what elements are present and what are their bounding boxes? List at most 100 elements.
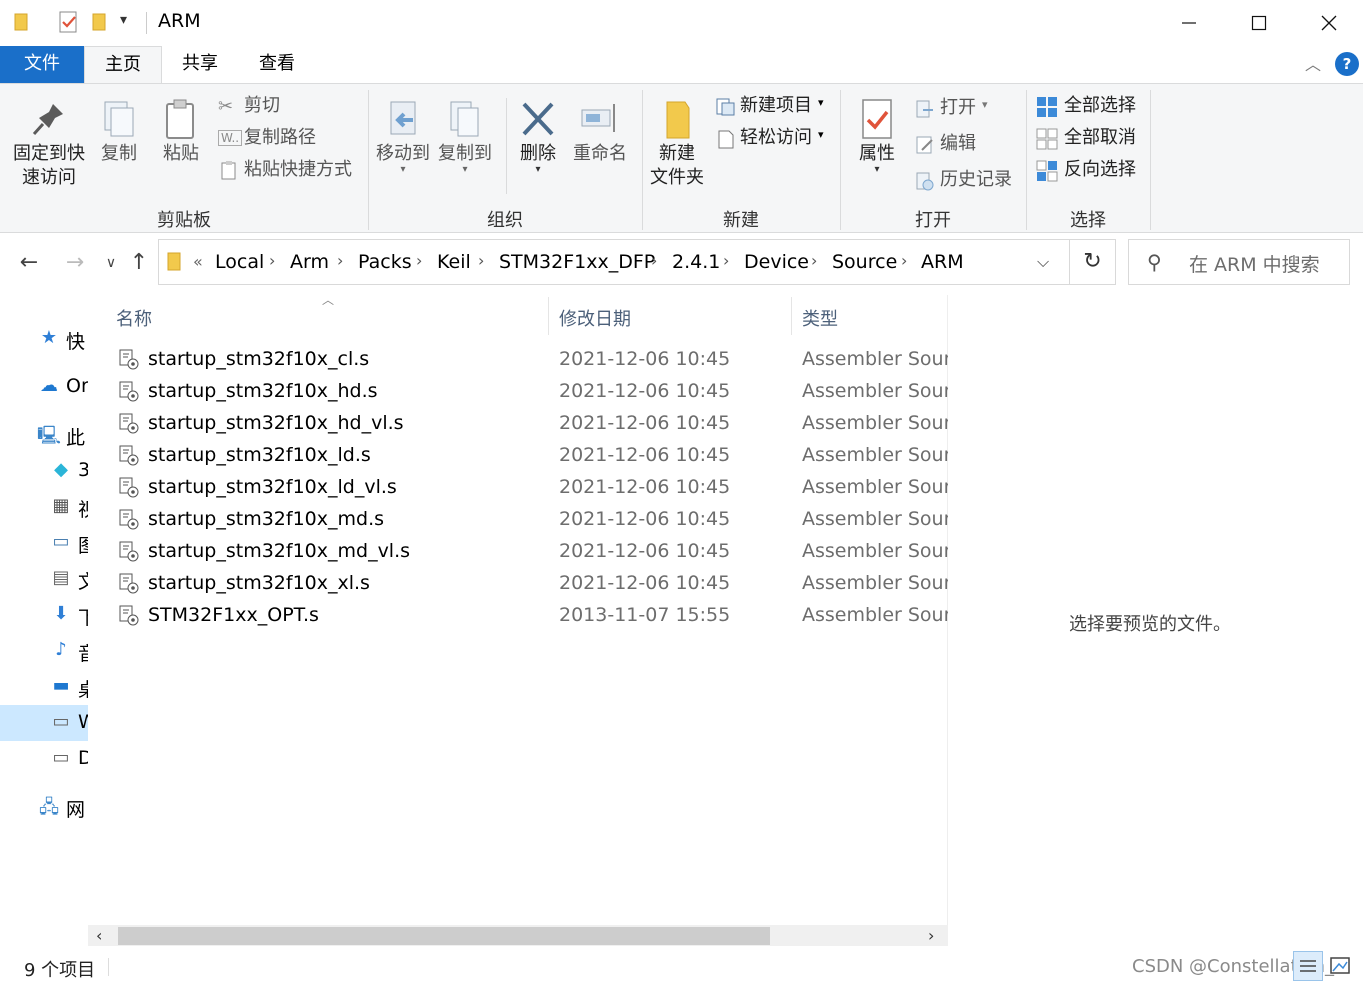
address-history-chevron-down-icon[interactable]: ⌵ — [1037, 252, 1049, 272]
nav-network[interactable]: 🖧 网 — [0, 789, 88, 825]
breadcrumb-version[interactable]: 2.4.1 — [672, 251, 720, 273]
breadcrumb-stm32f1xx-dfp[interactable]: STM32F1xx_DFP — [499, 251, 655, 273]
close-button[interactable] — [1294, 0, 1363, 46]
table-row[interactable]: startup_stm32f10x_cl.s 2021-12-06 10:45 As… — [116, 344, 948, 376]
chevron-right-icon[interactable]: › — [901, 251, 907, 270]
pin-quick-access-button[interactable]: 固定到快 速访问 — [8, 98, 90, 190]
copy-button[interactable]: 复制 — [94, 98, 144, 166]
chevron-right-icon[interactable]: › — [416, 251, 422, 270]
chevron-right-icon[interactable]: › — [723, 251, 729, 270]
column-header-type[interactable]: 类型 — [802, 305, 838, 331]
nav-drive-d[interactable]: ▭ D — [0, 741, 88, 777]
column-header-date[interactable]: 修改日期 — [559, 305, 631, 331]
table-row[interactable]: startup_stm32f10x_hd.s 2021-12-06 10:45 As… — [116, 376, 948, 408]
nav-label: 图 — [78, 535, 88, 557]
chevron-right-icon[interactable]: › — [811, 251, 817, 270]
tab-file[interactable]: 文件 — [0, 46, 84, 84]
column-divider[interactable] — [791, 297, 792, 335]
breadcrumb-arm-current[interactable]: ARM — [921, 251, 964, 273]
chevron-right-icon[interactable]: › — [478, 251, 484, 270]
move-to-button[interactable]: 移动到 ▾ — [374, 98, 432, 175]
breadcrumb-keil[interactable]: Keil — [437, 251, 471, 273]
ribbon: 固定到快 速访问 复制 粘贴 ✂ 剪切 W.. 复制路径 粘贴快捷方式 剪贴板 … — [0, 83, 1363, 233]
breadcrumb-overflow-icon[interactable]: « — [193, 252, 203, 271]
properties-quick-icon[interactable] — [58, 10, 80, 34]
search-box[interactable]: ⚲ 在 ARM 中搜索 — [1128, 239, 1350, 285]
nav-documents[interactable]: ▤ 文 — [0, 561, 88, 597]
breadcrumb-device[interactable]: Device — [744, 251, 809, 273]
table-row[interactable]: startup_stm32f10x_hd_vl.s 2021-12-06 10:4… — [116, 408, 948, 440]
nav-downloads[interactable]: ⬇ 下 — [0, 597, 88, 633]
nav-label: Or — [66, 375, 88, 397]
table-row[interactable]: startup_stm32f10x_ld_vl.s 2021-12-06 10:4… — [116, 472, 948, 504]
customize-quick-access-icon[interactable]: ▾ — [120, 12, 127, 28]
help-icon[interactable]: ? — [1335, 52, 1359, 76]
tab-view[interactable]: 查看 — [238, 46, 316, 84]
assembler-file-icon — [119, 413, 139, 434]
scroll-left-icon[interactable]: ‹ — [96, 926, 102, 945]
folder-icon[interactable] — [14, 12, 30, 32]
properties-button[interactable]: 属性 ▾ — [850, 98, 904, 175]
refresh-button[interactable]: ↻ — [1070, 239, 1116, 285]
nav-desktop[interactable]: ▬ 桌 — [0, 669, 88, 705]
tab-share[interactable]: 共享 — [162, 46, 238, 84]
file-date: 2021-12-06 10:45 — [559, 412, 731, 434]
recent-locations-icon[interactable]: ∨ — [96, 248, 126, 278]
new-item-dropdown-icon: ▾ — [818, 96, 824, 109]
address-bar[interactable]: « Local › Arm › Packs › Keil › STM32F1xx… — [158, 239, 1070, 285]
scroll-right-icon[interactable]: › — [928, 926, 934, 945]
collapse-ribbon-icon[interactable]: ︿ — [1300, 52, 1326, 78]
file-type: Assembler Source — [802, 412, 948, 434]
nav-music[interactable]: ♪ 音 — [0, 633, 88, 669]
cube-icon: ◆ — [54, 459, 68, 480]
table-row[interactable]: startup_stm32f10x_md.s 2021-12-06 10:45 As… — [116, 504, 948, 536]
breadcrumb-packs[interactable]: Packs — [358, 251, 412, 273]
minimize-button[interactable] — [1154, 0, 1224, 46]
forward-arrow-icon[interactable]: → — [60, 248, 90, 278]
nav-3d-objects[interactable]: ◆ 3 — [0, 453, 88, 489]
group-new-label: 新建 — [723, 210, 759, 231]
table-row[interactable]: startup_stm32f10x_xl.s 2021-12-06 10:45 As… — [116, 568, 948, 600]
properties-dropdown-icon: ▾ — [874, 164, 880, 175]
table-row[interactable]: startup_stm32f10x_md_vl.s 2021-12-06 10:4… — [116, 536, 948, 568]
nav-onedrive[interactable]: ☁ Or — [0, 369, 88, 405]
breadcrumb-arm[interactable]: Arm — [290, 251, 329, 273]
search-input[interactable]: 在 ARM 中搜索 — [1189, 250, 1320, 277]
rename-button[interactable]: 重命名 — [570, 98, 630, 166]
delete-button[interactable]: 删除 ▾ — [512, 98, 564, 175]
move-to-icon — [390, 101, 416, 135]
move-to-label: 移动到 — [376, 143, 430, 164]
maximize-button[interactable] — [1224, 0, 1294, 46]
scrollbar-thumb[interactable] — [118, 927, 770, 945]
chevron-right-icon[interactable]: › — [337, 251, 343, 270]
large-icons-view-button[interactable] — [1325, 951, 1355, 981]
ribbon-tabs: 文件 主页 共享 查看 — [0, 46, 1363, 84]
cloud-icon: ☁ — [40, 375, 58, 396]
up-arrow-icon[interactable]: ↑ — [124, 248, 154, 278]
pin-label-2: 速访问 — [22, 167, 76, 188]
horizontal-scrollbar[interactable]: ‹ › — [88, 925, 948, 947]
column-header-name[interactable]: 名称 — [116, 305, 152, 331]
nav-videos[interactable]: ▦ 视 — [0, 489, 88, 525]
nav-drive-w[interactable]: ▭ W — [0, 705, 88, 741]
table-row[interactable]: startup_stm32f10x_ld.s 2021-12-06 10:45 As… — [116, 440, 948, 472]
file-name: startup_stm32f10x_md.s — [148, 508, 385, 530]
chevron-right-icon[interactable]: › — [269, 251, 275, 270]
copy-to-button[interactable]: 复制到 ▾ — [436, 98, 494, 175]
tab-home[interactable]: 主页 — [84, 46, 162, 84]
breadcrumb-local[interactable]: Local — [215, 251, 264, 273]
back-arrow-icon[interactable]: ← — [14, 248, 44, 278]
details-view-button[interactable] — [1293, 951, 1323, 981]
breadcrumb-source[interactable]: Source — [832, 251, 897, 273]
paste-button[interactable]: 粘贴 — [156, 98, 206, 166]
nav-pictures[interactable]: ▭ 图 — [0, 525, 88, 561]
nav-quick-access[interactable]: ★ 快 — [0, 321, 88, 357]
nav-this-pc[interactable]: 🖳 此 — [0, 417, 88, 453]
chevron-right-icon[interactable]: › — [651, 251, 657, 270]
file-type: Assembler Source — [802, 380, 948, 402]
table-row[interactable]: STM32F1xx_OPT.s 2013-11-07 15:55 Assembler… — [116, 600, 948, 632]
new-folder-button[interactable]: 新建 文件夹 — [646, 98, 708, 190]
column-divider[interactable] — [548, 297, 549, 335]
new-item-label: 新建项目 — [740, 95, 812, 116]
new-folder-quick-icon[interactable] — [92, 12, 108, 32]
